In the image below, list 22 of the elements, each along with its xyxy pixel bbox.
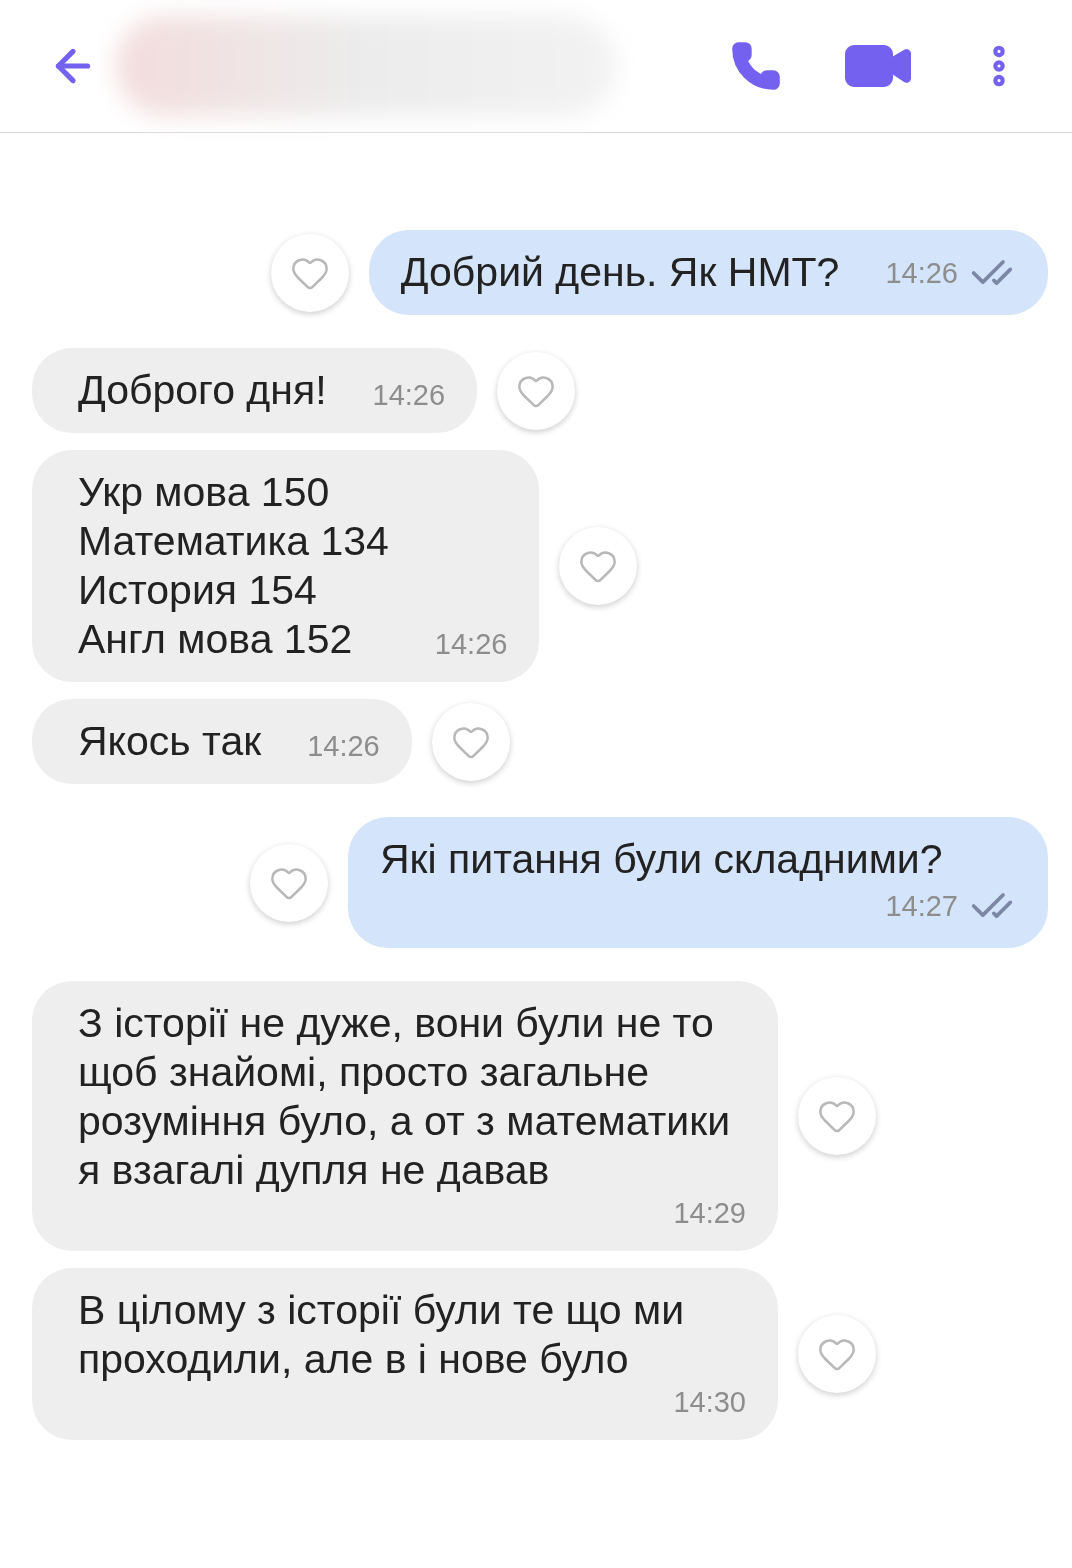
message-text: З історії не дуже, вони були не то щоб знайомі, просто загальне розуміння було, а от з математики я взагалі дупля не давав xyxy=(78,999,732,1195)
message-text: Укр мова 150 Математика 134 История 154 Англ мова 152 xyxy=(78,468,389,664)
message-time: 14:29 xyxy=(673,1196,746,1231)
message-text: В цілому з історії були те що ми проходили, але в і нове було xyxy=(78,1286,686,1384)
message-time: 14:26 xyxy=(307,729,380,764)
like-button[interactable] xyxy=(559,527,638,605)
message-time: 14:26 xyxy=(434,627,508,662)
like-button[interactable] xyxy=(431,702,510,781)
message-text: Які питання були складними? xyxy=(380,835,943,884)
like-button[interactable] xyxy=(250,843,328,922)
message-text: Якось так xyxy=(78,717,262,766)
like-button[interactable] xyxy=(270,233,349,312)
message-time: 14:30 xyxy=(673,1385,746,1420)
phone-icon[interactable] xyxy=(730,40,782,92)
message-text: Добрий день. Як НМТ? xyxy=(400,248,840,297)
like-button[interactable] xyxy=(497,351,576,430)
message-time: 14:26 xyxy=(372,378,446,413)
like-button[interactable] xyxy=(798,1077,876,1155)
message-time: 14:27 xyxy=(885,889,958,924)
message-text: Доброго дня! xyxy=(78,366,327,415)
message-time: 14:26 xyxy=(885,256,958,291)
like-button[interactable] xyxy=(798,1315,876,1393)
